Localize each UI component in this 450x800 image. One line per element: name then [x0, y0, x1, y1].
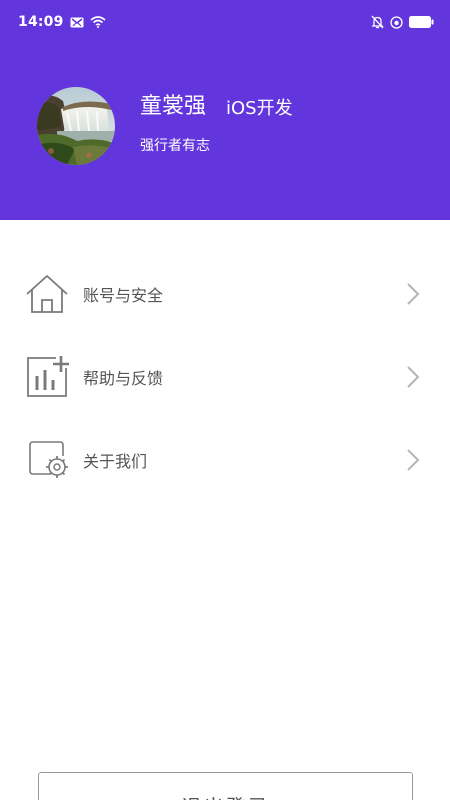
menu-item-account-security[interactable]: 账号与安全: [0, 252, 450, 335]
alarm-icon: [390, 15, 403, 29]
menu-item-label: 帮助与反馈: [83, 368, 164, 388]
profile-motto: 强行者有志: [140, 138, 210, 154]
profile-header: 14:09 童裳强 iOS开发 强行者有志: [0, 0, 450, 220]
menu-item-about-us[interactable]: 关于我们: [0, 418, 450, 501]
menu-item-help-feedback[interactable]: 帮助与反馈: [0, 335, 450, 418]
settings-card-icon: [24, 437, 70, 483]
chart-plus-icon: [24, 354, 70, 400]
battery-icon: [409, 16, 434, 28]
menu-item-label: 关于我们: [83, 451, 148, 471]
home-icon: [24, 271, 70, 317]
wifi-icon: [90, 16, 106, 28]
chevron-right-icon: [406, 282, 420, 306]
chevron-right-icon: [406, 448, 420, 472]
status-time: 14:09: [18, 14, 64, 30]
profile-name: 童裳强: [140, 94, 207, 119]
profile-role: iOS开发: [226, 98, 293, 119]
menu-item-label: 账号与安全: [83, 285, 164, 305]
logout-button[interactable]: 退出登录: [38, 772, 413, 800]
chevron-right-icon: [406, 365, 420, 389]
settings-menu: 账号与安全 帮助与反馈 关于我们: [0, 252, 450, 501]
avatar[interactable]: [37, 87, 115, 165]
silent-bell-icon: [371, 15, 384, 29]
mail-icon: [70, 17, 84, 28]
status-bar: 14:09: [0, 0, 450, 44]
